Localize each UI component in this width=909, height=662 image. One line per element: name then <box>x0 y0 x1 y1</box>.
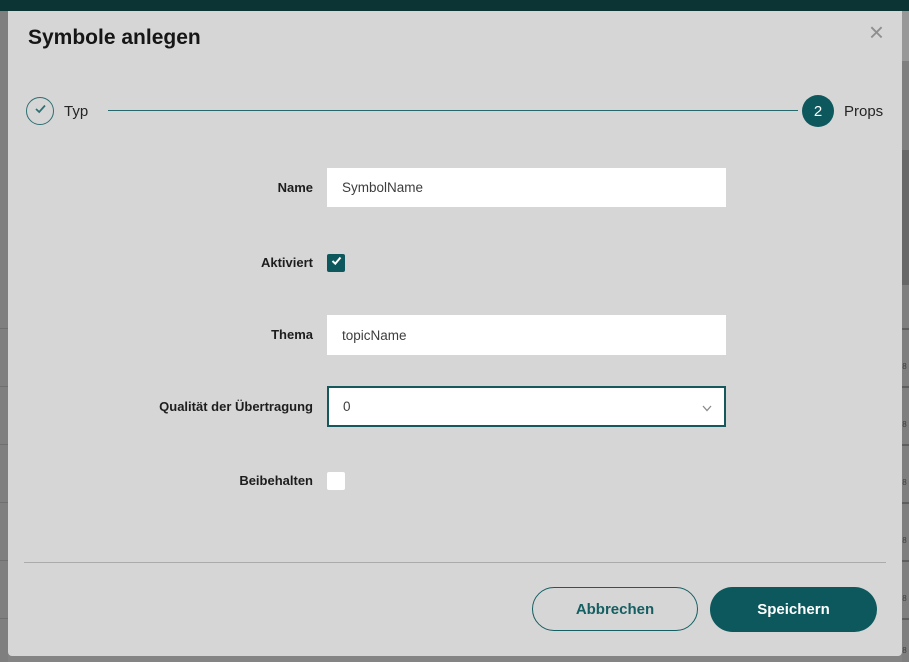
beibehalten-label: Beibehalten <box>8 472 313 490</box>
backdrop-row-line <box>902 618 909 620</box>
screen: :8 :8 :8 :8 :8 :8 Symbole anlegen × Typ … <box>0 0 909 662</box>
backdrop-row-line <box>902 328 909 330</box>
name-input[interactable] <box>327 168 726 207</box>
step-props[interactable]: 2 <box>802 95 834 127</box>
backdrop-row-line <box>0 560 8 561</box>
backdrop-row-line <box>902 444 909 446</box>
backdrop-row-line <box>902 386 909 388</box>
aktiviert-label: Aktiviert <box>8 254 313 272</box>
backdrop-table-header-fragment <box>902 150 909 285</box>
backdrop-toolbar-fragment <box>902 11 909 61</box>
step-number: 2 <box>814 103 822 120</box>
page-title: Symbole anlegen <box>28 26 201 50</box>
backdrop-row-line <box>0 444 8 445</box>
aktiviert-checkbox[interactable] <box>327 254 345 272</box>
backdrop-row-line <box>0 502 8 503</box>
stepper-connector-line <box>108 110 798 111</box>
thema-input[interactable] <box>327 315 726 355</box>
app-header-bar <box>0 0 909 11</box>
chevron-down-icon <box>700 401 714 418</box>
save-button[interactable]: Speichern <box>710 587 877 632</box>
step-typ-label: Typ <box>64 103 88 120</box>
backdrop-row-line <box>0 328 8 329</box>
actions-divider <box>24 562 886 563</box>
qualitaet-select-value: 0 <box>343 399 351 414</box>
step-typ[interactable] <box>26 97 54 125</box>
close-icon[interactable]: × <box>869 19 884 45</box>
backdrop-row-line <box>902 560 909 562</box>
beibehalten-checkbox[interactable] <box>327 472 345 490</box>
backdrop-left-strip <box>0 11 8 662</box>
backdrop-row-line <box>902 502 909 504</box>
backdrop-right-strip <box>902 11 909 662</box>
qualitaet-label: Qualität der Übertragung <box>8 386 313 427</box>
thema-label: Thema <box>8 315 313 355</box>
qualitaet-select[interactable]: 0 <box>327 386 726 427</box>
checkmark-icon <box>330 254 343 272</box>
backdrop-row-line <box>0 618 8 619</box>
step-props-label: Props <box>844 103 883 120</box>
cancel-button[interactable]: Abbrechen <box>532 587 698 631</box>
backdrop-row-line <box>0 386 8 387</box>
create-symbol-dialog: Symbole anlegen × Typ 2 Props Name Aktiv <box>8 11 902 656</box>
name-label: Name <box>8 168 313 207</box>
check-icon <box>33 101 48 121</box>
